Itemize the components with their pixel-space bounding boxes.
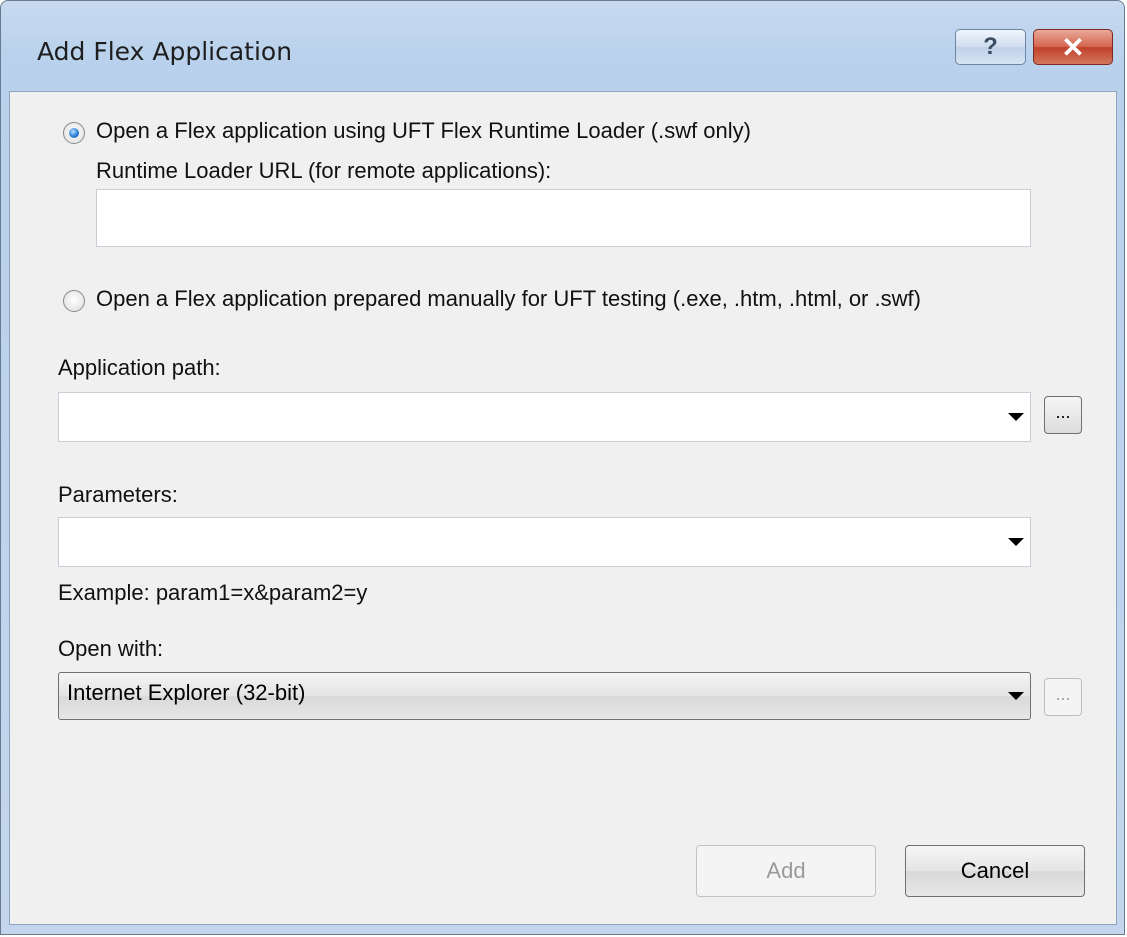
- chevron-down-icon[interactable]: [1008, 692, 1024, 700]
- application-path-label: Application path:: [58, 355, 221, 380]
- runtime-loader-url-input[interactable]: [96, 189, 1031, 247]
- radio-manual-prepared[interactable]: [63, 290, 85, 312]
- radio-runtime-loader[interactable]: [63, 122, 85, 144]
- application-path-browse-button[interactable]: ...: [1044, 396, 1082, 434]
- chevron-down-icon[interactable]: [1008, 413, 1024, 421]
- help-button[interactable]: ?: [955, 29, 1026, 65]
- open-with-value: Internet Explorer (32-bit): [67, 680, 306, 705]
- parameters-example: Example: param1=x&param2=y: [58, 580, 368, 605]
- application-path-combo[interactable]: [58, 392, 1031, 442]
- runtime-loader-url-label: Runtime Loader URL (for remote applicati…: [96, 158, 552, 183]
- open-with-label: Open with:: [58, 636, 164, 661]
- dialog-title: Add Flex Application: [37, 37, 293, 66]
- radio-runtime-loader-label[interactable]: Open a Flex application using UFT Flex R…: [96, 118, 751, 144]
- chevron-down-icon[interactable]: [1008, 538, 1024, 546]
- add-button[interactable]: Add: [696, 845, 876, 897]
- parameters-label: Parameters:: [58, 482, 178, 507]
- dialog-content: Open a Flex application using UFT Flex R…: [9, 91, 1117, 925]
- parameters-combo[interactable]: [58, 517, 1031, 567]
- cancel-button[interactable]: Cancel: [905, 845, 1085, 897]
- dialog-window: Add Flex Application ? ✕ Open a Flex app…: [0, 0, 1125, 935]
- close-button[interactable]: ✕: [1033, 29, 1113, 65]
- open-with-select[interactable]: Internet Explorer (32-bit): [58, 672, 1031, 720]
- open-with-browse-button[interactable]: ...: [1044, 678, 1082, 716]
- radio-manual-prepared-label[interactable]: Open a Flex application prepared manuall…: [96, 286, 921, 312]
- title-bar[interactable]: Add Flex Application ? ✕: [1, 1, 1124, 91]
